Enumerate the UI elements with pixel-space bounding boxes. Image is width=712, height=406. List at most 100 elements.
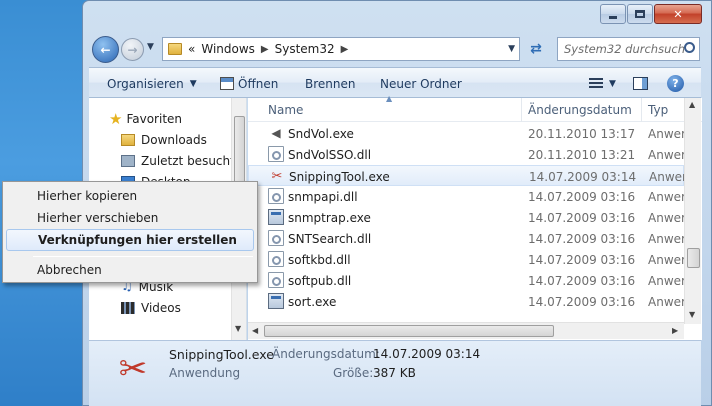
snipping-tool-large-icon: ✂ <box>118 349 148 389</box>
column-type-label: Typ <box>648 103 669 117</box>
file-date: 14.07.2009 03:16 <box>528 273 636 288</box>
file-date: 14.07.2009 03:16 <box>528 189 636 204</box>
scroll-right-icon[interactable]: ▶ <box>672 326 678 335</box>
column-header-date[interactable]: Änderungsdatum <box>522 98 642 122</box>
dll-icon <box>268 272 284 288</box>
open-app-icon <box>220 77 234 90</box>
scrollbar-thumb[interactable] <box>687 248 700 268</box>
file-row[interactable]: snmptrap.exe 14.07.2009 03:16 Anwer <box>248 207 684 228</box>
organize-button[interactable]: Organisieren ▼ <box>107 68 197 99</box>
search-box[interactable]: System32 durchsuchen <box>557 37 700 61</box>
file-row[interactable]: softkbd.dll 14.07.2009 03:16 Anwer <box>248 249 684 270</box>
menu-item-copy-here[interactable]: Hierher kopieren <box>6 185 254 207</box>
file-row[interactable]: snmpapi.dll 14.07.2009 03:16 Anwer <box>248 186 684 207</box>
view-list-icon <box>589 77 603 90</box>
forward-button[interactable]: → <box>121 38 144 61</box>
address-dropdown-icon[interactable]: ▼ <box>508 44 515 54</box>
menu-item-move-here[interactable]: Hierher verschieben <box>6 207 254 229</box>
recent-pages-dropdown[interactable]: ▼ <box>147 42 157 56</box>
nav-item-videos[interactable]: Videos <box>121 297 181 318</box>
file-row[interactable]: softpub.dll 14.07.2009 03:16 Anwer <box>248 270 684 291</box>
file-row[interactable]: ◀ SndVol.exe 20.11.2010 13:17 Anwer <box>248 123 684 144</box>
file-type: Anwer <box>648 231 684 246</box>
videos-icon <box>121 301 135 314</box>
burn-button[interactable]: Brennen <box>305 68 355 99</box>
details-date-value: 14.07.2009 03:14 <box>373 347 481 361</box>
maximize-icon <box>635 10 645 18</box>
file-date: 20.11.2010 13:21 <box>528 147 636 162</box>
chevron-down-icon: ▼ <box>189 78 197 89</box>
breadcrumb-windows[interactable]: Windows <box>201 42 255 56</box>
refresh-button[interactable]: ⇄ <box>523 37 549 61</box>
scrollbar-thumb[interactable] <box>264 325 554 337</box>
menu-item-cancel[interactable]: Abbrechen <box>6 259 254 281</box>
file-name: SNTSearch.dll <box>288 231 372 246</box>
nav-item-favorites[interactable]: ★ Favoriten <box>109 108 182 129</box>
scroll-left-icon[interactable]: ◀ <box>252 326 258 335</box>
arrow-right-icon: → <box>127 42 138 57</box>
menu-item-create-shortcuts[interactable]: Verknüpfungen hier erstellen <box>6 229 254 251</box>
address-bar[interactable]: « Windows ▶ System32 ▶ ▼ <box>162 37 520 61</box>
breadcrumb-separator-icon[interactable]: ▶ <box>261 44 269 55</box>
nav-item-label: Videos <box>141 300 181 315</box>
minimize-icon <box>609 15 617 19</box>
file-date: 14.07.2009 03:16 <box>528 294 636 309</box>
breadcrumb-separator-icon[interactable]: ▶ <box>341 44 349 55</box>
nav-item-label: Favoriten <box>126 111 183 126</box>
new-folder-button[interactable]: Neuer Ordner <box>380 68 462 99</box>
minimize-button[interactable] <box>600 4 626 24</box>
file-name: snmptrap.exe <box>288 210 371 225</box>
file-row[interactable]: sort.exe 14.07.2009 03:16 Anwer <box>248 291 684 312</box>
column-header-row: Name ▲ Änderungsdatum Typ <box>248 94 702 122</box>
open-button[interactable]: Öffnen <box>220 68 278 99</box>
maximize-button[interactable] <box>627 4 653 24</box>
details-size-label: Größe: <box>333 366 374 380</box>
view-options-button[interactable]: ▼ <box>589 68 616 99</box>
menu-separator <box>33 256 253 257</box>
arrow-left-icon: ← <box>100 42 111 57</box>
file-type: Anwer <box>648 189 684 204</box>
file-date: 14.07.2009 03:14 <box>529 169 637 184</box>
scroll-down-icon[interactable]: ▼ <box>689 310 695 319</box>
breadcrumb-overflow[interactable]: « <box>188 42 195 56</box>
command-bar: Organisieren ▼ Öffnen Brennen Neuer Ordn… <box>89 67 701 98</box>
help-button[interactable]: ? <box>667 68 684 99</box>
file-list-horizontal-scrollbar[interactable]: ◀ ▶ <box>248 322 684 339</box>
dll-icon <box>268 230 284 246</box>
file-name: softkbd.dll <box>288 252 351 267</box>
nav-item-label: Zuletzt besucht <box>141 153 235 168</box>
file-date: 14.07.2009 03:16 <box>528 210 636 225</box>
help-icon: ? <box>667 75 684 92</box>
nav-item-recent[interactable]: Zuletzt besucht <box>121 150 235 171</box>
close-icon: ✕ <box>673 7 683 21</box>
scroll-up-icon[interactable]: ▲ <box>689 100 695 109</box>
nav-item-downloads[interactable]: Downloads <box>121 129 207 150</box>
speaker-icon: ◀ <box>271 126 281 140</box>
file-list-vertical-scrollbar[interactable]: ▲ ▼ <box>684 98 701 324</box>
sort-ascending-icon: ▲ <box>386 94 393 103</box>
scroll-down-icon[interactable]: ▼ <box>235 324 241 333</box>
file-row[interactable]: SndVolSSO.dll 20.11.2010 13:21 Anwer <box>248 144 684 165</box>
details-pane: ✂ SnippingTool.exe Anwendung Änderungsda… <box>89 340 701 406</box>
file-type: Anwer <box>648 294 684 309</box>
breadcrumb-system32[interactable]: System32 <box>275 42 335 56</box>
file-date: 20.11.2010 13:17 <box>528 126 636 141</box>
burn-label: Brennen <box>305 76 356 91</box>
file-type: Anwer <box>648 210 684 225</box>
back-button[interactable]: ← <box>92 36 119 63</box>
folder-icon <box>168 43 182 55</box>
file-row-selected[interactable]: ✂ SnippingTool.exe 14.07.2009 03:14 Anwe… <box>248 165 685 186</box>
close-button[interactable]: ✕ <box>654 4 702 24</box>
scrollbar-thumb[interactable] <box>234 116 245 186</box>
preview-pane-button[interactable] <box>633 68 648 99</box>
column-date-label: Änderungsdatum <box>528 103 632 117</box>
details-size-value: 387 KB <box>373 366 416 380</box>
search-input[interactable]: System32 durchsuchen <box>564 42 684 56</box>
new-folder-label: Neuer Ordner <box>380 76 462 91</box>
file-type: Anwer <box>648 252 684 267</box>
snipping-tool-icon: ✂ <box>271 168 283 184</box>
file-row[interactable]: SNTSearch.dll 14.07.2009 03:16 Anwer <box>248 228 684 249</box>
search-icon[interactable] <box>684 42 695 53</box>
file-name: softpub.dll <box>288 273 352 288</box>
column-header-name[interactable]: Name ▲ <box>262 94 522 122</box>
